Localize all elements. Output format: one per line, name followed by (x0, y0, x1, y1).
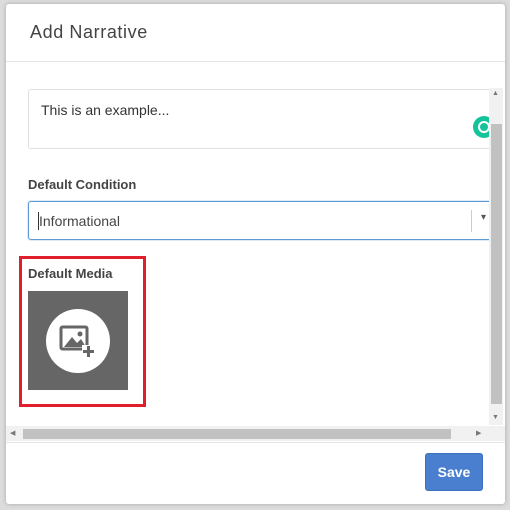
default-condition-label: Default Condition (28, 177, 137, 192)
modal-title: Add Narrative (30, 22, 148, 42)
narrative-textarea[interactable]: This is an example... (28, 89, 498, 149)
add-image-icon (59, 325, 95, 358)
scroll-right-icon[interactable]: ▶ (476, 429, 481, 437)
chevron-down-icon[interactable]: ▾ (481, 212, 486, 223)
add-media-button[interactable] (28, 291, 128, 390)
vertical-scroll-thumb[interactable] (491, 124, 502, 404)
save-button[interactable]: Save (425, 453, 483, 491)
scrollbar-corner (490, 426, 505, 441)
scroll-down-icon[interactable]: ▼ (492, 414, 499, 421)
media-circle (46, 308, 110, 373)
modal-content: This is an example... Default Condition … (19, 63, 498, 423)
scroll-left-icon[interactable]: ◀ (10, 429, 15, 437)
modal-body[interactable]: This is an example... Default Condition … (6, 63, 505, 443)
default-condition-select[interactable]: Informational ▾ (28, 201, 498, 240)
scroll-up-icon[interactable]: ▲ (492, 90, 499, 97)
horizontal-scrollbar[interactable]: ◀ ▶ (6, 426, 490, 441)
vertical-scrollbar[interactable]: ▲ ▼ (489, 88, 503, 425)
select-divider (471, 210, 472, 232)
default-condition-value: Informational (39, 213, 120, 229)
horizontal-scroll-thumb[interactable] (23, 429, 451, 439)
modal-header: Add Narrative (6, 4, 505, 62)
modal-footer: Save (6, 444, 505, 504)
add-narrative-modal: Add Narrative This is an example... Defa… (6, 4, 505, 504)
